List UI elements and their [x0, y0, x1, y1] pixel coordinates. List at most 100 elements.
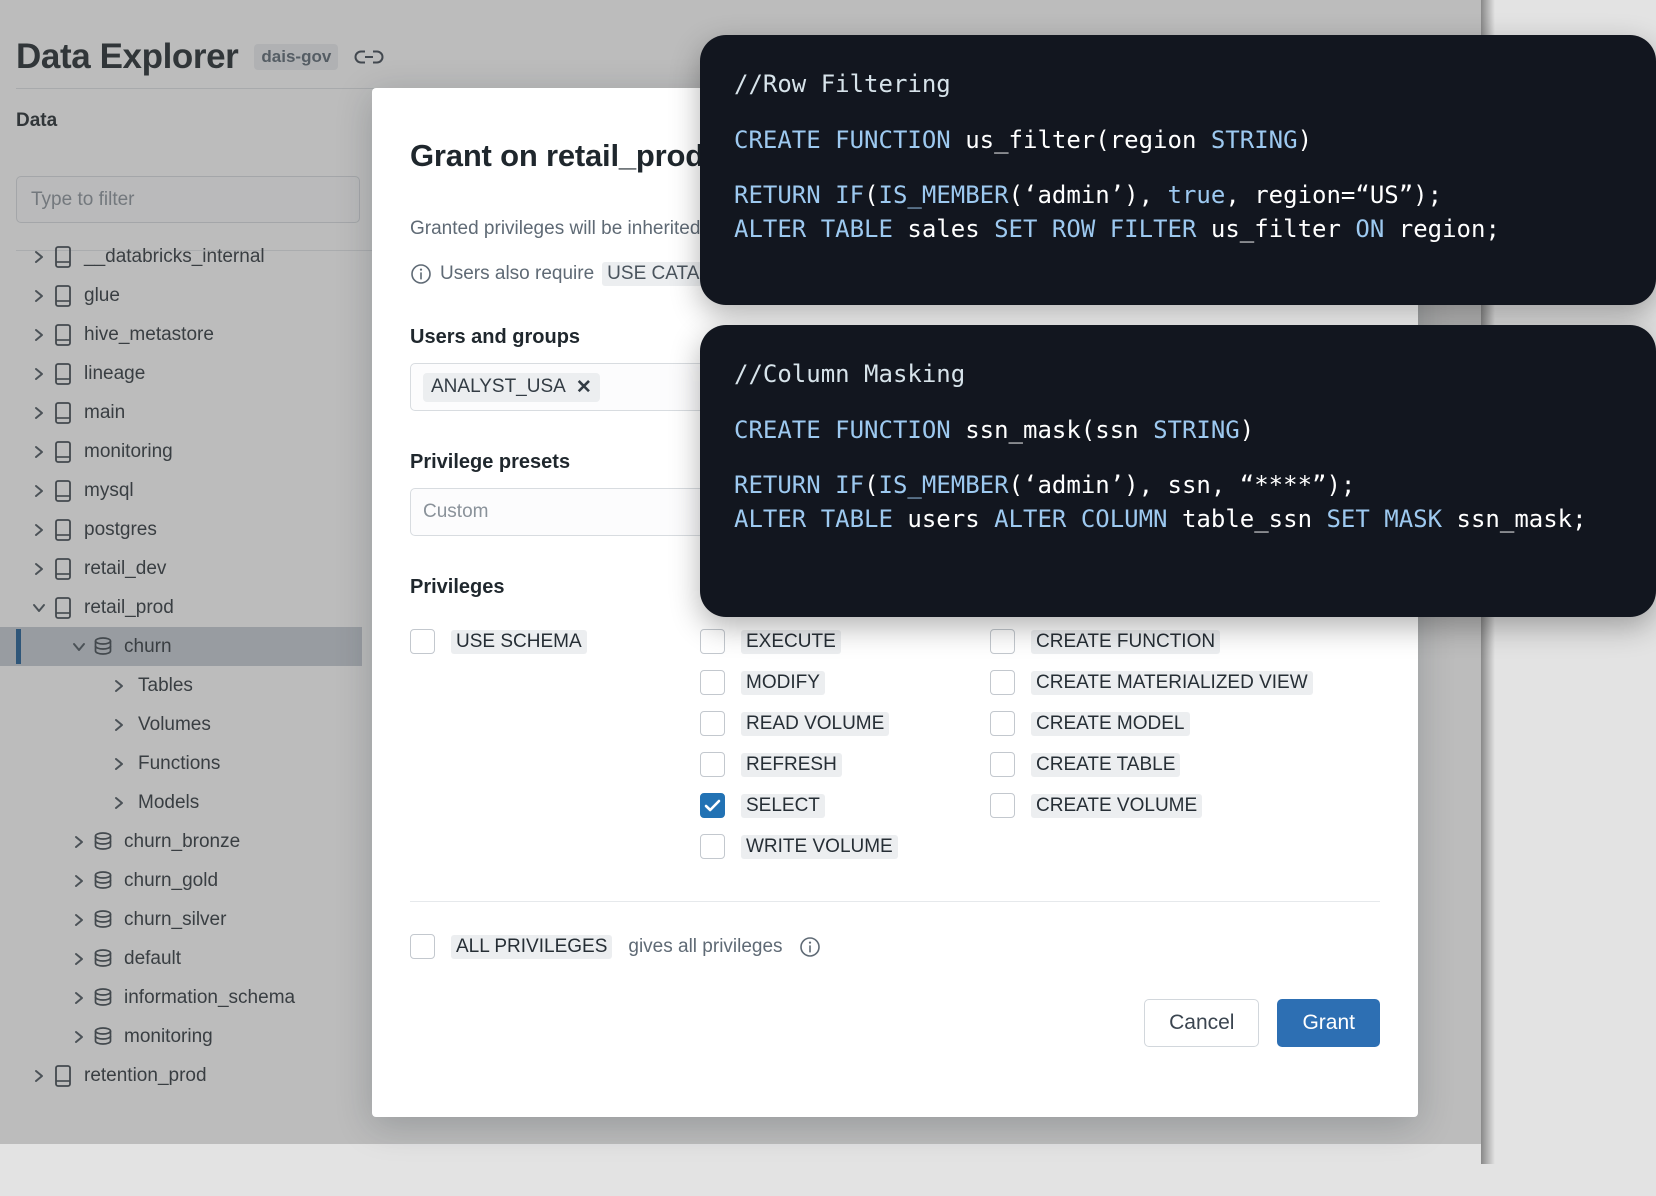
tree-item-retail-prod[interactable]: retail_prod: [0, 588, 362, 627]
chevron-right-icon[interactable]: [28, 522, 50, 538]
chevron-right-icon[interactable]: [108, 795, 130, 811]
checkbox-create-table[interactable]: [990, 752, 1015, 777]
chevron-right-icon[interactable]: [68, 951, 90, 967]
chevron-down-icon[interactable]: [68, 640, 90, 654]
chevron-right-icon[interactable]: [108, 717, 130, 733]
checkbox-refresh[interactable]: [700, 752, 725, 777]
tree-item-mysql[interactable]: mysql: [0, 471, 362, 510]
all-privileges-row: ALL PRIVILEGES gives all privileges: [410, 934, 1380, 959]
chevron-right-icon[interactable]: [28, 249, 50, 265]
chevron-right-icon[interactable]: [108, 756, 130, 772]
privilege-row[interactable]: REFRESH: [700, 744, 990, 785]
chevron-right-icon[interactable]: [68, 873, 90, 889]
privilege-presets-value: Custom: [423, 501, 488, 523]
tree-item-label: default: [124, 948, 181, 970]
checkbox-modify[interactable]: [700, 670, 725, 695]
tree-item-retail-dev[interactable]: retail_dev: [0, 549, 362, 588]
privilege-row[interactable]: CREATE TABLE: [990, 744, 1380, 785]
tree-item-monitoring[interactable]: monitoring: [0, 1017, 362, 1056]
checkbox-create-volume[interactable]: [990, 793, 1015, 818]
tree-item-postgres[interactable]: postgres: [0, 510, 362, 549]
tree-item-hive-metastore[interactable]: hive_metastore: [0, 315, 362, 354]
tree-item-label: Models: [138, 792, 199, 814]
chevron-right-icon[interactable]: [28, 288, 50, 304]
tree-item-databricks-internal[interactable]: __databricks_internal: [0, 237, 362, 276]
chevron-right-icon[interactable]: [28, 561, 50, 577]
link-icon[interactable]: [354, 48, 384, 66]
privilege-row[interactable]: WRITE VOLUME: [700, 826, 990, 867]
cancel-button[interactable]: Cancel: [1144, 999, 1259, 1047]
privileges-column-3: CREATE FUNCTIONCREATE MATERIALIZED VIEWC…: [990, 621, 1380, 867]
chevron-right-icon[interactable]: [28, 405, 50, 421]
tree-item-label: lineage: [84, 363, 145, 385]
chevron-right-icon[interactable]: [68, 1029, 90, 1045]
user-chip[interactable]: ANALYST_USA ✕: [423, 373, 600, 402]
checkbox-execute[interactable]: [700, 629, 725, 654]
tree-item-functions[interactable]: Functions: [0, 744, 362, 783]
tree-item-churn-bronze[interactable]: churn_bronze: [0, 822, 362, 861]
schema-icon: [90, 986, 116, 1010]
privilege-label-modify: MODIFY: [741, 671, 825, 695]
checkbox-select[interactable]: [700, 793, 725, 818]
tree-item-label: churn: [124, 636, 172, 658]
info-circle-icon[interactable]: [799, 936, 821, 958]
page-title: Data Explorer: [16, 37, 238, 77]
catalog-icon: [50, 284, 76, 308]
search-input[interactable]: [31, 189, 345, 211]
tree-item-churn-gold[interactable]: churn_gold: [0, 861, 362, 900]
privilege-row[interactable]: READ VOLUME: [700, 703, 990, 744]
privilege-row[interactable]: EXECUTE: [700, 621, 990, 662]
tree-item-tables[interactable]: Tables: [0, 666, 362, 705]
chevron-right-icon[interactable]: [28, 1068, 50, 1084]
chevron-down-icon[interactable]: [28, 601, 50, 615]
all-privileges-hint: gives all privileges: [628, 936, 782, 958]
tree-item-volumes[interactable]: Volumes: [0, 705, 362, 744]
chevron-right-icon[interactable]: [68, 990, 90, 1006]
checkbox-read-volume[interactable]: [700, 711, 725, 736]
tree-item-glue[interactable]: glue: [0, 276, 362, 315]
privilege-row[interactable]: CREATE MODEL: [990, 703, 1380, 744]
privilege-row[interactable]: USE SCHEMA: [410, 621, 700, 662]
tree-item-churn-silver[interactable]: churn_silver: [0, 900, 362, 939]
tree-item-retention-prod[interactable]: retention_prod: [0, 1056, 362, 1095]
filter-box[interactable]: [16, 176, 360, 223]
tree-item-information-schema[interactable]: information_schema: [0, 978, 362, 1017]
privileges-column-2: EXECUTE MODIFY READ VOLUMEREFRESH SELECT WRI…: [700, 621, 990, 867]
code-comment: //Row Filtering: [734, 67, 1622, 101]
checkbox-create-materialized-view[interactable]: [990, 670, 1015, 695]
chevron-right-icon[interactable]: [28, 483, 50, 499]
privilege-label-select: SELECT: [741, 794, 825, 818]
tree-item-churn[interactable]: churn: [0, 627, 362, 666]
tree-item-models[interactable]: Models: [0, 783, 362, 822]
chevron-right-icon[interactable]: [68, 834, 90, 850]
close-icon[interactable]: ✕: [576, 376, 592, 399]
section-divider: [410, 901, 1380, 902]
screenshot-root: Data Explorer dais-gov Data __databricks…: [0, 0, 1656, 1196]
chevron-right-icon[interactable]: [108, 678, 130, 694]
chevron-right-icon[interactable]: [28, 366, 50, 382]
tree-item-monitoring[interactable]: monitoring: [0, 432, 362, 471]
privilege-row[interactable]: CREATE FUNCTION: [990, 621, 1380, 662]
checkbox-create-function[interactable]: [990, 629, 1015, 654]
checkbox-use-schema[interactable]: [410, 629, 435, 654]
privilege-row[interactable]: CREATE VOLUME: [990, 785, 1380, 826]
grant-button[interactable]: Grant: [1277, 999, 1380, 1047]
tree-item-default[interactable]: default: [0, 939, 362, 978]
privilege-row[interactable]: SELECT: [700, 785, 990, 826]
tree-item-lineage[interactable]: lineage: [0, 354, 362, 393]
tree-item-label: hive_metastore: [84, 324, 214, 346]
tree-item-label: main: [84, 402, 125, 424]
checkbox-write-volume[interactable]: [700, 834, 725, 859]
tree-item-label: monitoring: [124, 1026, 213, 1048]
tree-item-main[interactable]: main: [0, 393, 362, 432]
tree-item-label: retail_prod: [84, 597, 174, 619]
chevron-right-icon[interactable]: [28, 327, 50, 343]
chevron-right-icon[interactable]: [28, 444, 50, 460]
tree-item-label: Functions: [138, 753, 220, 775]
privilege-row[interactable]: CREATE MATERIALIZED VIEW: [990, 662, 1380, 703]
all-privileges-checkbox[interactable]: [410, 934, 435, 959]
privilege-row[interactable]: MODIFY: [700, 662, 990, 703]
checkbox-create-model[interactable]: [990, 711, 1015, 736]
privilege-label-use-schema: USE SCHEMA: [451, 630, 587, 654]
chevron-right-icon[interactable]: [68, 912, 90, 928]
